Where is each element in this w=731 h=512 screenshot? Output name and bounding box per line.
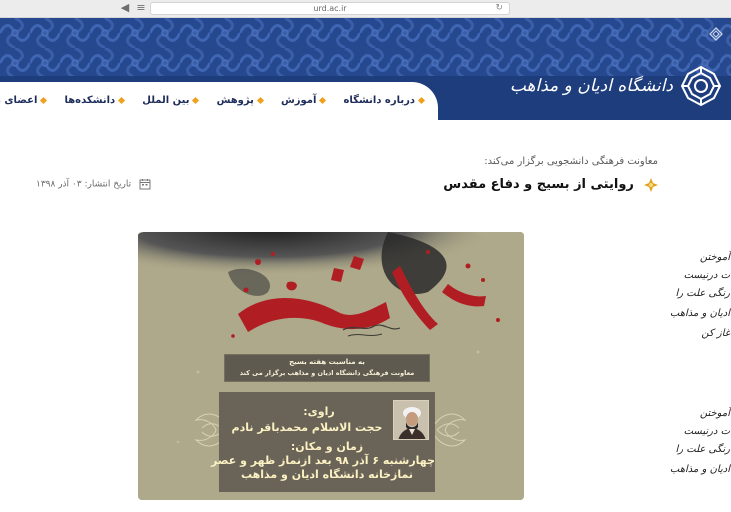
event-poster: به مناسبت هفته بسیج معاونت فرهنگی دانشگا… <box>138 232 524 500</box>
diamond-bullet-icon <box>319 96 327 104</box>
poem-line: رنگی علت را <box>675 288 730 299</box>
address-bar[interactable]: urd.ac.ir ↻ <box>150 2 510 15</box>
nav-label: آموزش <box>280 95 317 106</box>
nav-label: بین الملل <box>142 95 190 106</box>
poem-line: ادیان و مذاهب <box>669 464 730 475</box>
speaker-photo <box>393 400 429 440</box>
nav-item-education[interactable]: آموزش <box>280 82 327 120</box>
diamond-bullet-icon <box>192 96 200 104</box>
poem-line: آموختن <box>699 408 730 419</box>
nav-label: دانشکده‌ها <box>64 95 116 106</box>
university-logo-icon[interactable] <box>679 64 723 108</box>
time-place-label: زمان و مکان: <box>290 440 364 453</box>
back-icon[interactable]: ◀ <box>118 1 132 15</box>
article-title: روایتی از بسیج و دفاع مقدس <box>443 177 634 192</box>
poster-info-box: راوی: حجت الاسلام محمدباقر نادم زمان و م… <box>211 392 435 492</box>
site-header: دانشگاه ادیان و مذاهب درباره دانشگاه آمو… <box>0 18 731 120</box>
publish-info: تاریخ انتشار: ۰۳ آذر ۱۳۹۸ <box>36 178 151 190</box>
poem-line: آموختن <box>699 252 730 263</box>
speaker-name: حجت الاسلام محمدباقر نادم <box>231 421 383 434</box>
nav-item-international[interactable]: بین الملل <box>142 82 200 120</box>
publish-date: ۰۳ آذر ۱۳۹۸ <box>36 179 82 190</box>
nav-item-about[interactable]: درباره دانشگاه <box>343 82 426 120</box>
diamond-bullet-icon <box>256 96 264 104</box>
university-logo-text[interactable]: دانشگاه ادیان و مذاهب <box>510 76 673 96</box>
event-place: نمازخانه دانشگاه ادیان و مذاهب <box>240 468 413 481</box>
refresh-icon[interactable]: ↻ <box>495 3 503 14</box>
poster-organizer: معاونت فرهنگی دانشگاه ادیان و مذاهب برگز… <box>239 369 415 377</box>
nav-item-faculty-members[interactable]: اعضای هیئ <box>0 82 48 120</box>
nav-label: درباره دانشگاه <box>343 95 415 106</box>
poem-line: رنگی علت را <box>675 444 730 455</box>
sidebar-menu-icon[interactable]: ≡ <box>134 1 148 15</box>
calendar-icon <box>139 179 151 190</box>
diamond-bullet-icon <box>417 96 426 104</box>
event-time: چهارشنبه ۶ آذر ۹۸ بعد ازنماز ظهر و عصر <box>211 454 435 467</box>
poster-banner: به مناسبت هفته بسیج معاونت فرهنگی دانشگا… <box>224 354 430 382</box>
article-pretitle: معاونت فرهنگی دانشجویی برگزار می‌کند: <box>484 156 658 167</box>
main-nav: درباره دانشگاه آموزش پژوهش بین الملل دان… <box>0 82 438 120</box>
nav-item-faculties[interactable]: دانشکده‌ها <box>64 82 126 120</box>
diamond-bullet-icon <box>40 96 48 104</box>
poem-line: ادیان و مذاهب <box>669 308 730 319</box>
nav-item-research[interactable]: پژوهش <box>216 82 264 120</box>
narrator-label: راوی: <box>303 405 335 418</box>
poem-line: غاز کن <box>701 328 730 339</box>
nav-label: اعضای هیئ <box>0 95 38 106</box>
expand-icon[interactable] <box>709 27 723 41</box>
browser-toolbar: ◀ ≡ urd.ac.ir ↻ <box>0 0 731 18</box>
diamond-bullet-icon <box>118 96 126 104</box>
poem-line: ت درنیست <box>683 426 730 437</box>
url-text: urd.ac.ir <box>313 4 347 13</box>
poster-occasion: به مناسبت هفته بسیج <box>289 358 365 366</box>
article-title-row: روایتی از بسیج و دفاع مقدس <box>443 174 658 193</box>
nav-label: پژوهش <box>216 95 254 106</box>
poem-line: ت درنیست <box>683 270 730 281</box>
ornament-bullet-icon <box>644 177 658 192</box>
header-pattern <box>0 18 731 76</box>
publish-label: تاریخ انتشار: <box>84 179 132 190</box>
